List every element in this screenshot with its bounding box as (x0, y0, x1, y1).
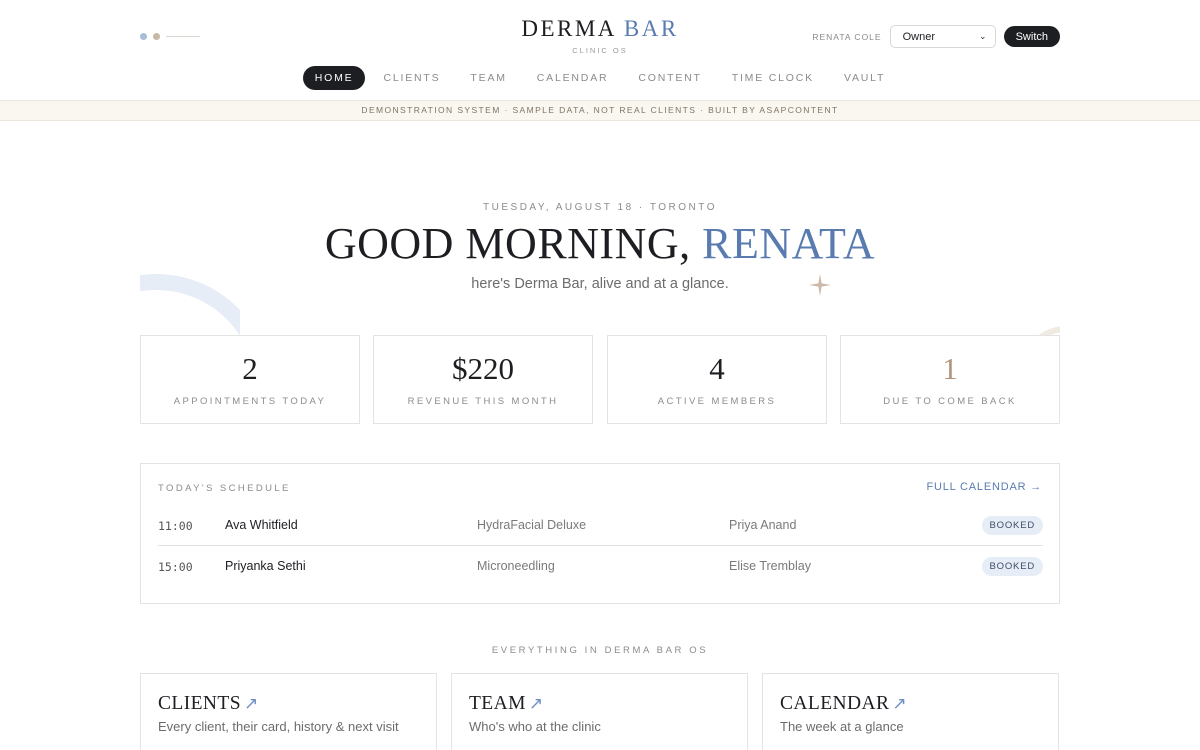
appointment-staff: Priya Anand (729, 518, 797, 532)
stat-card-members[interactable]: 4 ACTIVE MEMBERS (607, 335, 827, 424)
schedule-row[interactable]: 11:00 Ava Whitfield HydraFacial Deluxe P… (158, 505, 1043, 546)
stat-value: 1 (942, 351, 958, 386)
schedule-row[interactable]: 15:00 Priyanka Sethi Microneedling Elise… (158, 546, 1043, 587)
nav-item-content[interactable]: CONTENT (626, 66, 713, 90)
card-title: CALENDAR ↗ (780, 693, 907, 715)
arrow-up-right-icon: ↗ (243, 694, 259, 714)
card-title: CLIENTS ↗ (158, 693, 259, 715)
nav-item-team[interactable]: TEAM (458, 66, 518, 90)
dot-icon (140, 33, 147, 40)
status-badge: BOOKED (981, 557, 1043, 576)
brand-main: DERMA (521, 16, 616, 41)
stat-card-due-back[interactable]: 1 DUE TO COME BACK (840, 335, 1060, 424)
appointment-service: HydraFacial Deluxe (477, 518, 587, 532)
stat-value: 2 (242, 351, 258, 386)
module-card-clients[interactable]: CLIENTS ↗ Every client, their card, histo… (140, 673, 437, 750)
appointment-client: Priyanka Sethi (225, 559, 306, 573)
stat-label: ACTIVE MEMBERS (657, 396, 777, 407)
nav-item-home[interactable]: HOME (302, 66, 366, 90)
nav-item-calendar[interactable]: CALENDAR (525, 66, 621, 90)
card-title-text: CLIENTS (158, 693, 241, 714)
divider (166, 36, 200, 37)
nav-item-clients[interactable]: CLIENTS (371, 66, 452, 90)
role-select-value: Owner (902, 30, 935, 43)
main-nav: HOME CLIENTS TEAM CALENDAR CONTENT TIME … (0, 66, 1200, 90)
stat-value: $220 (452, 351, 514, 386)
appointment-staff: Elise Tremblay (729, 559, 811, 573)
brand-accent: BAR (623, 16, 679, 41)
demo-banner: DEMONSTRATION SYSTEM · SAMPLE DATA, NOT … (0, 100, 1200, 121)
card-description: Who's who at the clinic (469, 719, 601, 734)
brand-logo[interactable]: DERMA BAR CLINIC OS (400, 16, 800, 55)
user-area: RENATA COLE Owner ⌄ Switch (812, 25, 1060, 48)
card-title-text: CALENDAR (780, 693, 890, 714)
arrow-up-right-icon: ↗ (892, 694, 908, 714)
stat-card-revenue[interactable]: $220 REVENUE THIS MONTH (373, 335, 593, 424)
card-title: TEAM ↗ (469, 693, 544, 715)
module-card-team[interactable]: TEAM ↗ Who's who at the clinic (451, 673, 748, 750)
stat-value: 4 (709, 351, 725, 386)
app-header: DERMA BAR CLINIC OS RENATA COLE Owner ⌄ … (0, 0, 1200, 100)
status-badge: BOOKED (981, 516, 1043, 535)
card-title-text: TEAM (469, 693, 526, 714)
user-name: RENATA COLE (812, 31, 882, 42)
arrow-up-right-icon: ↗ (528, 694, 544, 714)
window-dots (140, 33, 200, 40)
stat-label: APPOINTMENTS TODAY (173, 396, 327, 407)
hero-date: TUESDAY, AUGUST 18 · TORONTO (483, 202, 717, 213)
hero-greeting: GOOD MORNING, RENATA (0, 218, 1200, 270)
dot-icon (153, 33, 160, 40)
card-description: Every client, their card, history & next… (158, 719, 399, 734)
appointment-service: Microneedling (477, 559, 555, 573)
stat-card-appointments[interactable]: 2 APPOINTMENTS TODAY (140, 335, 360, 424)
module-card-calendar[interactable]: CALENDAR ↗ The week at a glance (762, 673, 1059, 750)
role-select[interactable]: Owner ⌄ (889, 25, 996, 48)
chevron-down-icon: ⌄ (979, 31, 987, 41)
brand-name: DERMA BAR (400, 16, 800, 42)
brand-subtitle: CLINIC OS (572, 46, 628, 55)
modules-title: EVERYTHING IN DERMA BAR OS (491, 645, 709, 656)
switch-button[interactable]: Switch (1003, 26, 1060, 47)
stats-row: 2 APPOINTMENTS TODAY $220 REVENUE THIS M… (140, 335, 1060, 424)
appointment-time: 15:00 (158, 560, 193, 574)
stat-label: DUE TO COME BACK (883, 396, 1017, 407)
greeting-text: GOOD MORNING, (324, 219, 691, 268)
card-description: The week at a glance (780, 719, 904, 734)
full-calendar-link[interactable]: FULL CALENDAR → (926, 481, 1042, 493)
appointment-time: 11:00 (158, 519, 193, 533)
greeting-name: RENATA (702, 219, 876, 268)
stat-label: REVENUE THIS MONTH (407, 396, 559, 407)
schedule-title: TODAY'S SCHEDULE (158, 483, 291, 494)
nav-item-time-clock[interactable]: TIME CLOCK (720, 66, 826, 90)
decorative-arc (1020, 326, 1060, 335)
hero-subtitle: here's Derma Bar, alive and at a glance. (471, 276, 729, 292)
appointment-client: Ava Whitfield (225, 518, 298, 532)
nav-item-vault[interactable]: VAULT (832, 66, 897, 90)
todays-schedule: TODAY'S SCHEDULE FULL CALENDAR → 11:00 A… (140, 463, 1060, 604)
